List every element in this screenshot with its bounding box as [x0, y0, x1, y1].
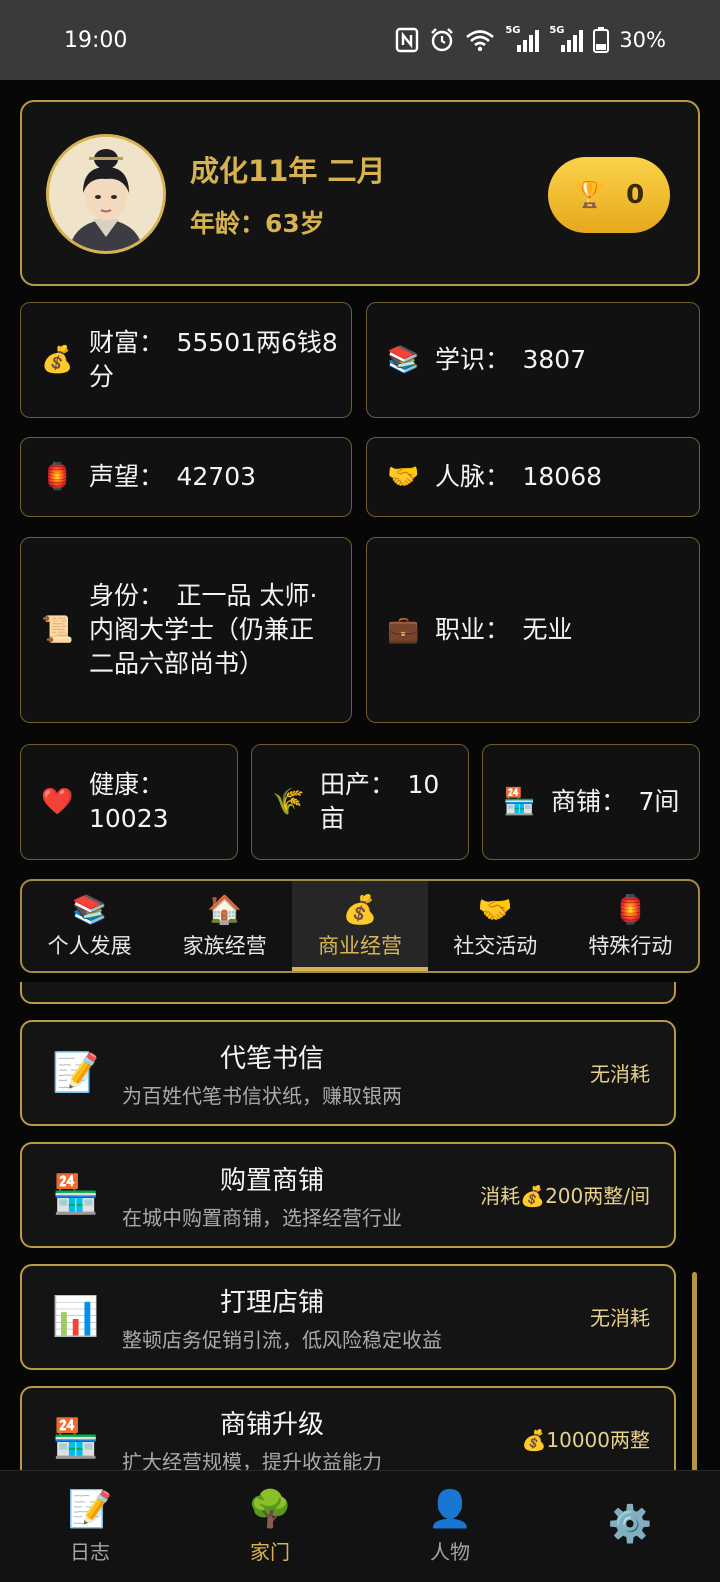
profile-card: 成化11年 二月 年龄：63岁 🏆 0: [20, 100, 700, 286]
action-title: 商铺升级: [219, 1410, 324, 1440]
nav-character[interactable]: 👤 人物: [360, 1471, 540, 1582]
action-cost: 无消耗: [590, 1306, 650, 1330]
tab-social[interactable]: 🤝 社交活动: [428, 881, 563, 971]
tab-label: 社交活动: [453, 934, 538, 958]
stat-prestige-text: 声望： 42703: [89, 462, 257, 491]
action-desc: 为百姓代笔书信状纸，赚取银两: [122, 1084, 402, 1108]
stat-farmland: 🌾 田产： 10亩: [251, 744, 469, 860]
rice-icon: 🌾: [272, 787, 305, 817]
character-age: 年龄：63岁: [190, 209, 325, 238]
cell-signal-2-icon: 5G: [549, 25, 584, 53]
house-icon: 🏠: [207, 893, 243, 926]
bar-chart-icon: 📊: [52, 1294, 100, 1338]
stat-connections-text: 人脉： 18068: [435, 462, 603, 491]
stat-identity: 📜 身份： 正一品 太师·内阁大学士（仍兼正二品六部尚书）: [20, 537, 352, 723]
status-bar: 19:00 5G 5G 30%: [0, 0, 720, 80]
action-title: 代笔书信: [219, 1044, 324, 1074]
app-screen: 成化11年 二月 年龄：63岁 🏆 0 💰 财富： 55501两6钱8分 📚 学…: [0, 80, 720, 1582]
tab-label: 个人发展: [47, 934, 132, 958]
avatar[interactable]: [46, 134, 166, 254]
bottom-nav: 📝 日志 🌳 家门 👤 人物 ⚙️: [0, 1470, 720, 1582]
books-icon: 📚: [72, 893, 108, 926]
tab-business[interactable]: 💰 商业经营: [292, 881, 428, 971]
action-desc: 在城中购置商铺，选择经营行业: [122, 1206, 402, 1230]
trophy-count: 0: [626, 180, 645, 210]
handshake-icon: 🤝: [477, 893, 513, 926]
memo-icon: 📝: [67, 1489, 113, 1530]
action-card-manage-shop[interactable]: 📊 打理店铺 整顿店务促销引流，低风险稳定收益 无消耗: [20, 1264, 676, 1370]
stat-identity-text: 身份： 正一品 太师·内阁大学士（仍兼正二品六部尚书）: [89, 581, 318, 678]
battery-icon: [593, 27, 610, 53]
action-title: 打理店铺: [219, 1288, 324, 1318]
action-cost: 无消耗: [590, 1062, 650, 1086]
stat-farmland-text: 田产： 10亩: [320, 770, 440, 833]
category-tabs: 📚 个人发展 🏠 家族经营 💰 商业经营 🤝 社交活动 🏮 特殊行动: [20, 879, 700, 973]
action-cost: 消耗💰200两整/间: [480, 1184, 650, 1208]
action-card-buy-shop[interactable]: 🏪 购置商铺 在城中购置商铺，选择经营行业 消耗💰200两整/间: [20, 1142, 676, 1248]
tab-label: 家族经营: [182, 934, 267, 958]
scroll-icon: 📜: [41, 615, 74, 645]
stat-occupation-text: 职业： 无业: [435, 615, 573, 644]
trophy-icon: 🏆: [573, 180, 607, 210]
nav-log[interactable]: 📝 日志: [0, 1471, 180, 1582]
action-card-upgrade-shop[interactable]: 🏪 商铺升级 扩大经营规模，提升收益能力 💰10000两整: [20, 1386, 676, 1470]
tab-special[interactable]: 🏮 特殊行动: [563, 881, 698, 971]
alarm-icon: [431, 28, 454, 52]
action-cost: 💰10000两整: [521, 1428, 650, 1452]
lantern-icon: 🏮: [41, 462, 74, 492]
nav-settings[interactable]: ⚙️: [540, 1471, 720, 1582]
nav-label: 日志: [70, 1540, 110, 1564]
nav-label: 家门: [250, 1540, 290, 1564]
list-scrollbar[interactable]: [692, 1272, 697, 1472]
store-icon: 🏪: [503, 787, 536, 817]
tab-family-management[interactable]: 🏠 家族经营: [157, 881, 292, 971]
stat-connections: 🤝 人脉： 18068: [366, 437, 700, 517]
stat-prestige: 🏮 声望： 42703: [20, 437, 352, 517]
store-icon: 🏪: [52, 1172, 100, 1216]
action-list[interactable]: 📝 代笔书信 为百姓代笔书信状纸，赚取银两 无消耗 🏪 购置商铺 在城中购置商铺…: [0, 982, 720, 1470]
store-icon: 🏪: [52, 1416, 100, 1460]
heart-icon: ❤️: [41, 787, 74, 817]
status-time: 19:00: [64, 27, 128, 53]
tab-label: 商业经营: [318, 934, 402, 958]
stat-shops: 🏪 商铺： 7间: [482, 744, 700, 860]
money-bag-icon: 💰: [342, 893, 378, 926]
tab-personal-development[interactable]: 📚 个人发展: [22, 881, 157, 971]
books-icon: 📚: [387, 345, 420, 375]
stat-shops-text: 商铺： 7间: [551, 787, 680, 816]
nfc-icon: [396, 27, 419, 53]
status-icons: 5G 5G 30%: [395, 25, 666, 53]
gear-icon: ⚙️: [607, 1503, 653, 1545]
briefcase-icon: 💼: [387, 615, 420, 645]
tree-icon: 🌳: [247, 1489, 293, 1530]
nav-label: 人物: [430, 1540, 470, 1564]
lantern-icon: 🏮: [612, 893, 648, 926]
stat-health: ❤️ 健康： 10023: [20, 744, 238, 860]
nav-family[interactable]: 🌳 家门: [180, 1471, 360, 1582]
stat-wealth: 💰 财富： 55501两6钱8分: [20, 302, 352, 418]
memo-icon: 📝: [52, 1050, 100, 1094]
money-bag-icon: 💰: [41, 345, 74, 375]
trophy-button[interactable]: 🏆 0: [548, 157, 670, 233]
cell-signal-1-icon: 5G: [505, 25, 540, 53]
tab-label: 特殊行动: [588, 934, 673, 958]
person-icon: 👤: [427, 1489, 473, 1530]
action-card-write-letters[interactable]: 📝 代笔书信 为百姓代笔书信状纸，赚取银两 无消耗: [20, 1020, 676, 1126]
wifi-icon: [466, 30, 495, 52]
stat-health-text: 健康： 10023: [89, 770, 177, 833]
handshake-icon: 🤝: [387, 462, 420, 492]
battery-percent: 30%: [619, 28, 666, 52]
action-desc: 整顿店务促销引流，低风险稳定收益: [122, 1328, 442, 1352]
stat-knowledge: 📚 学识： 3807: [366, 302, 700, 418]
action-title: 购置商铺: [219, 1166, 324, 1196]
game-date: 成化11年 二月: [190, 154, 386, 188]
stat-occupation: 💼 职业： 无业: [366, 537, 700, 723]
action-card-partial[interactable]: [20, 982, 676, 1004]
stat-knowledge-text: 学识： 3807: [435, 345, 587, 374]
stat-wealth-text: 财富： 55501两6钱8分: [89, 328, 338, 391]
action-desc: 扩大经营规模，提升收益能力: [122, 1450, 382, 1470]
